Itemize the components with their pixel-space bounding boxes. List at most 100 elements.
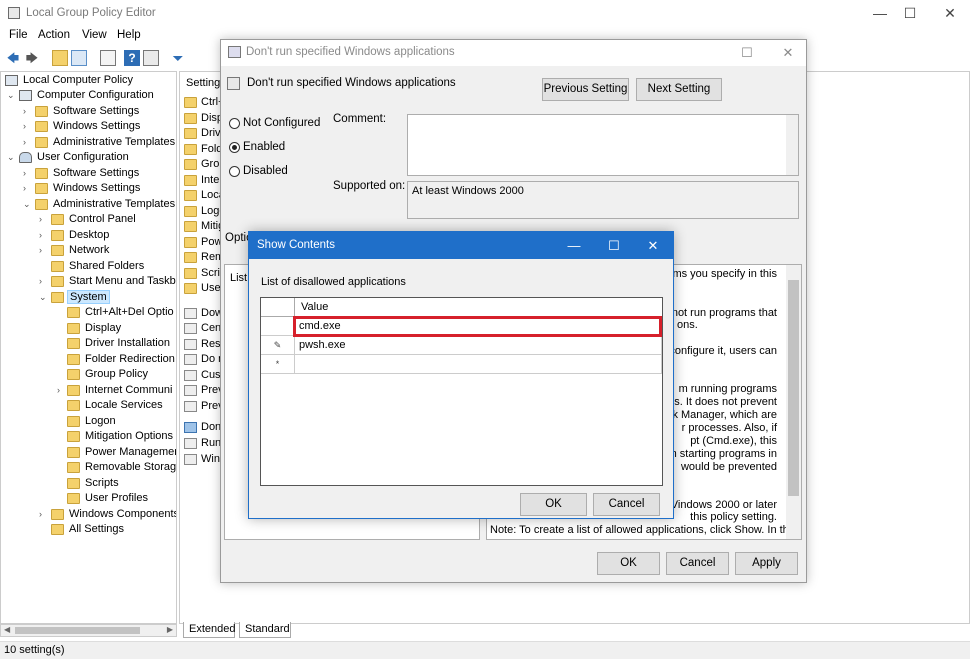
close-button[interactable]: ✕: [932, 0, 968, 27]
folder-icon: [184, 252, 197, 263]
minimize-button[interactable]: —: [554, 232, 594, 259]
close-button[interactable]: ✕: [633, 232, 673, 259]
tree-horizontal-scrollbar[interactable]: ◀ ▶: [0, 624, 177, 637]
value-cell[interactable]: [295, 336, 662, 355]
folder-icon: [51, 230, 64, 241]
folder-icon: [184, 283, 197, 294]
next-setting-button[interactable]: Next Setting: [636, 78, 722, 101]
maximize-button[interactable]: ☐: [892, 0, 928, 27]
folder-icon: [51, 524, 64, 535]
chevron-right-icon[interactable]: ›: [23, 106, 33, 116]
window-title: Local Group Policy Editor: [26, 7, 156, 19]
folder-icon: [184, 97, 197, 108]
policy-setting-icon: [228, 46, 241, 58]
folder-icon: [51, 245, 64, 256]
folder-icon: [51, 214, 64, 225]
policy-setting-icon: [184, 401, 197, 412]
row-selector[interactable]: [261, 317, 295, 336]
radio-checked-icon: [229, 142, 240, 153]
help-icon[interactable]: ?: [124, 50, 140, 66]
comment-scrollbar[interactable]: [786, 115, 798, 175]
chevron-right-icon[interactable]: ›: [39, 509, 49, 519]
folder-icon: [67, 385, 80, 396]
chevron-down-icon[interactable]: ⌄: [23, 199, 33, 210]
menu-file[interactable]: File: [9, 29, 28, 41]
folder-icon: [51, 292, 64, 303]
column-header-setting[interactable]: Setting: [186, 77, 220, 89]
cancel-button[interactable]: Cancel: [593, 493, 660, 516]
chevron-right-icon[interactable]: ›: [39, 230, 49, 240]
filter-icon[interactable]: ⏷: [170, 50, 186, 66]
policy-setting-icon: [227, 77, 240, 90]
folder-icon: [35, 121, 48, 132]
cancel-button[interactable]: Cancel: [666, 552, 729, 575]
close-button[interactable]: ✕: [771, 40, 805, 66]
folder-icon: [184, 206, 197, 217]
show-hide-tree-icon[interactable]: [71, 50, 87, 66]
folder-icon: [35, 168, 48, 179]
menu-action[interactable]: Action: [38, 29, 70, 41]
folder-icon: [35, 199, 48, 210]
dialog-title-bar: Don't run specified Windows applications…: [221, 40, 806, 66]
back-arrow-icon[interactable]: 🡄: [5, 50, 21, 66]
chevron-down-icon[interactable]: ⌄: [39, 292, 49, 303]
policy-setting-icon: [184, 438, 197, 449]
chevron-right-icon[interactable]: ›: [23, 137, 33, 147]
folder-icon: [51, 276, 64, 287]
scroll-left-icon[interactable]: ◀: [4, 625, 10, 634]
policy-setting-icon: [184, 422, 197, 433]
new-row-icon[interactable]: *: [261, 355, 295, 374]
chevron-right-icon[interactable]: ›: [23, 121, 33, 131]
apply-button[interactable]: Apply: [735, 552, 798, 575]
chevron-right-icon[interactable]: ›: [39, 276, 49, 286]
table-row-new[interactable]: *: [261, 355, 662, 374]
edit-pencil-icon[interactable]: ✎: [261, 336, 295, 355]
chevron-right-icon[interactable]: ›: [39, 214, 49, 224]
folder-icon: [67, 462, 80, 473]
export-list-icon[interactable]: [100, 50, 116, 66]
table-row[interactable]: ✎ pwsh.exe: [261, 336, 662, 355]
supported-scrollbar[interactable]: [786, 182, 798, 218]
folder-icon: [67, 447, 80, 458]
tab-standard[interactable]: Standard: [239, 622, 291, 638]
folder-icon: [51, 509, 64, 520]
previous-setting-button[interactable]: Previous Setting: [542, 78, 629, 101]
comment-label: Comment:: [333, 113, 386, 125]
tree-pane[interactable]: Local Computer Policy ⌄Computer Configur…: [0, 71, 177, 624]
forward-arrow-icon[interactable]: 🡆: [24, 50, 40, 66]
chevron-right-icon[interactable]: ›: [39, 245, 49, 255]
radio-circle-icon: [229, 166, 240, 177]
chevron-right-icon[interactable]: ›: [57, 385, 67, 395]
help-scrollbar[interactable]: [786, 265, 801, 539]
tab-extended[interactable]: Extended: [183, 622, 235, 638]
folder-icon: [184, 190, 197, 201]
folder-icon: [67, 369, 80, 380]
folder-icon: [67, 338, 80, 349]
comment-field[interactable]: [407, 114, 799, 176]
supported-on-field: At least Windows 2000: [407, 181, 799, 219]
scrollbar-thumb[interactable]: [788, 280, 799, 496]
folder-icon: [67, 431, 80, 442]
menu-help[interactable]: Help: [117, 29, 141, 41]
folder-icon: [35, 183, 48, 194]
chevron-down-icon[interactable]: ⌄: [7, 90, 17, 101]
menu-view[interactable]: View: [82, 29, 107, 41]
folder-icon: [67, 323, 80, 334]
maximize-button[interactable]: ☐: [730, 40, 764, 66]
folder-icon: [184, 237, 197, 248]
scrollbar-thumb[interactable]: [15, 627, 140, 634]
chevron-right-icon[interactable]: ›: [23, 183, 33, 193]
folder-icon: [67, 400, 80, 411]
up-folder-icon[interactable]: [52, 50, 68, 66]
scroll-right-icon[interactable]: ▶: [167, 625, 173, 634]
chevron-right-icon[interactable]: ›: [23, 168, 33, 178]
folder-icon: [184, 268, 197, 279]
value-cell[interactable]: [295, 355, 662, 374]
properties-icon[interactable]: [143, 50, 159, 66]
chevron-down-icon[interactable]: ⌄: [7, 152, 17, 163]
folder-icon: [35, 106, 48, 117]
ok-button[interactable]: OK: [597, 552, 660, 575]
status-bar: 10 setting(s): [0, 641, 970, 659]
ok-button[interactable]: OK: [520, 493, 587, 516]
maximize-button[interactable]: ☐: [594, 232, 634, 259]
